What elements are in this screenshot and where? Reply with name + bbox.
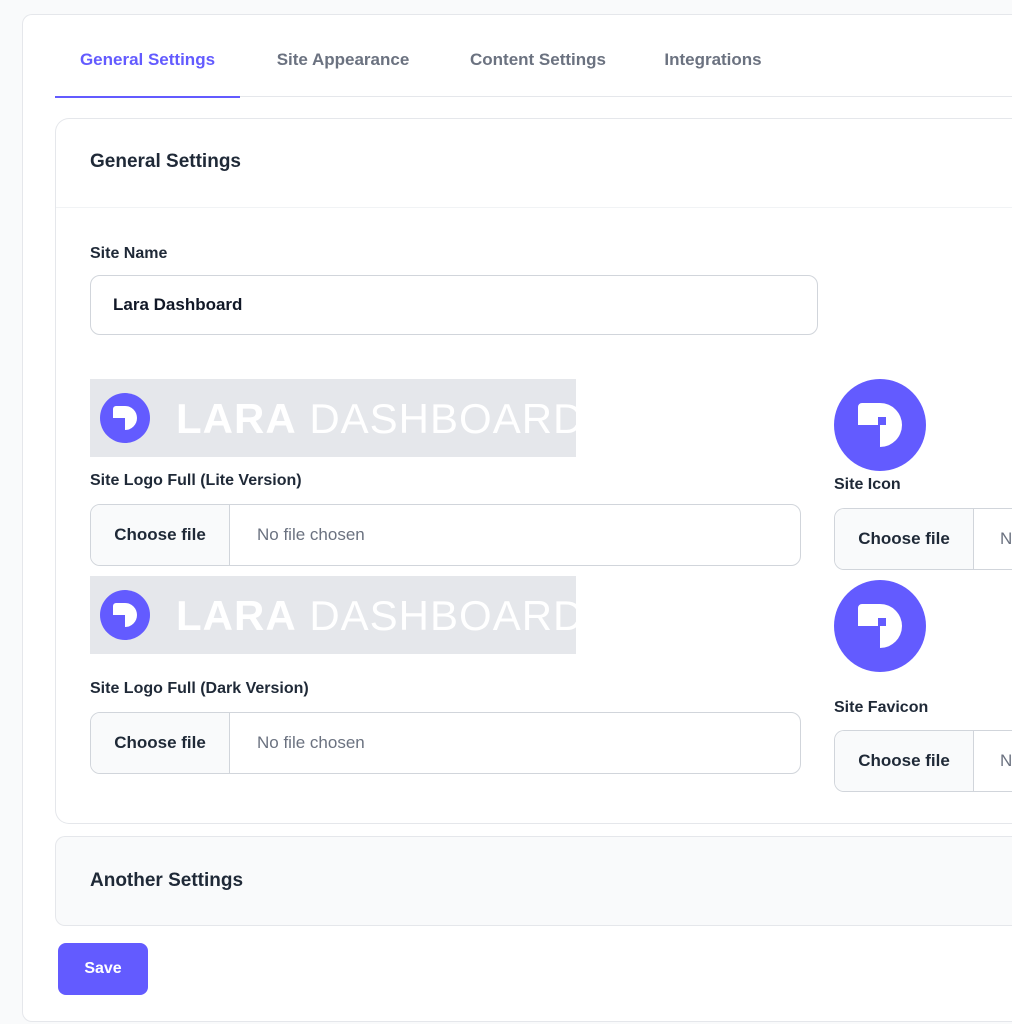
site-favicon-preview	[834, 580, 926, 672]
tab-site-appearance[interactable]: Site Appearance	[263, 40, 423, 96]
site-icon-preview	[834, 379, 926, 471]
site-name-label: Site Name	[90, 245, 168, 262]
logo-wordmark: LARA DASHBOARD	[176, 592, 585, 639]
site-favicon-file-input[interactable]: Choose file N	[834, 730, 1012, 792]
logo-dark-preview: LARA DASHBOARD	[90, 576, 583, 654]
choose-file-button[interactable]: Choose file	[91, 713, 230, 773]
logo-mark-icon	[100, 590, 150, 640]
logo-dark-file-input[interactable]: Choose file No file chosen	[90, 712, 801, 774]
site-name-input[interactable]	[90, 275, 818, 335]
settings-tabs: General Settings Site Appearance Content…	[55, 40, 1012, 98]
tab-integrations[interactable]: Integrations	[653, 40, 773, 96]
logo-lite-label: Site Logo Full (Lite Version)	[90, 472, 302, 489]
file-status: N	[1000, 529, 1012, 548]
tab-content-settings[interactable]: Content Settings	[458, 40, 618, 96]
site-icon-file-input[interactable]: Choose file N	[834, 508, 1012, 570]
save-button[interactable]: Save	[58, 943, 148, 995]
choose-file-button[interactable]: Choose file	[835, 509, 974, 569]
another-settings-section[interactable]: Another Settings	[55, 836, 1012, 926]
site-favicon-label: Site Favicon	[834, 699, 929, 716]
general-settings-card: General Settings Site Name LARA DASHBOAR…	[55, 118, 1012, 824]
card-header: General Settings	[56, 119, 1012, 208]
logo-lite-preview: LARA DASHBOARD	[90, 379, 583, 457]
card-title: General Settings	[90, 151, 241, 172]
tab-general-settings[interactable]: General Settings	[55, 40, 240, 98]
logo-wordmark: LARA DASHBOARD	[176, 395, 585, 442]
file-status: No file chosen	[257, 525, 365, 544]
file-status: N	[1000, 751, 1012, 770]
logo-dark-label: Site Logo Full (Dark Version)	[90, 680, 309, 697]
site-icon-label: Site Icon	[834, 476, 901, 493]
file-status: No file chosen	[257, 733, 365, 752]
choose-file-button[interactable]: Choose file	[91, 505, 230, 565]
logo-lite-file-input[interactable]: Choose file No file chosen	[90, 504, 801, 566]
another-settings-title: Another Settings	[90, 870, 244, 891]
logo-mark-icon	[100, 393, 150, 443]
choose-file-button[interactable]: Choose file	[835, 731, 974, 791]
